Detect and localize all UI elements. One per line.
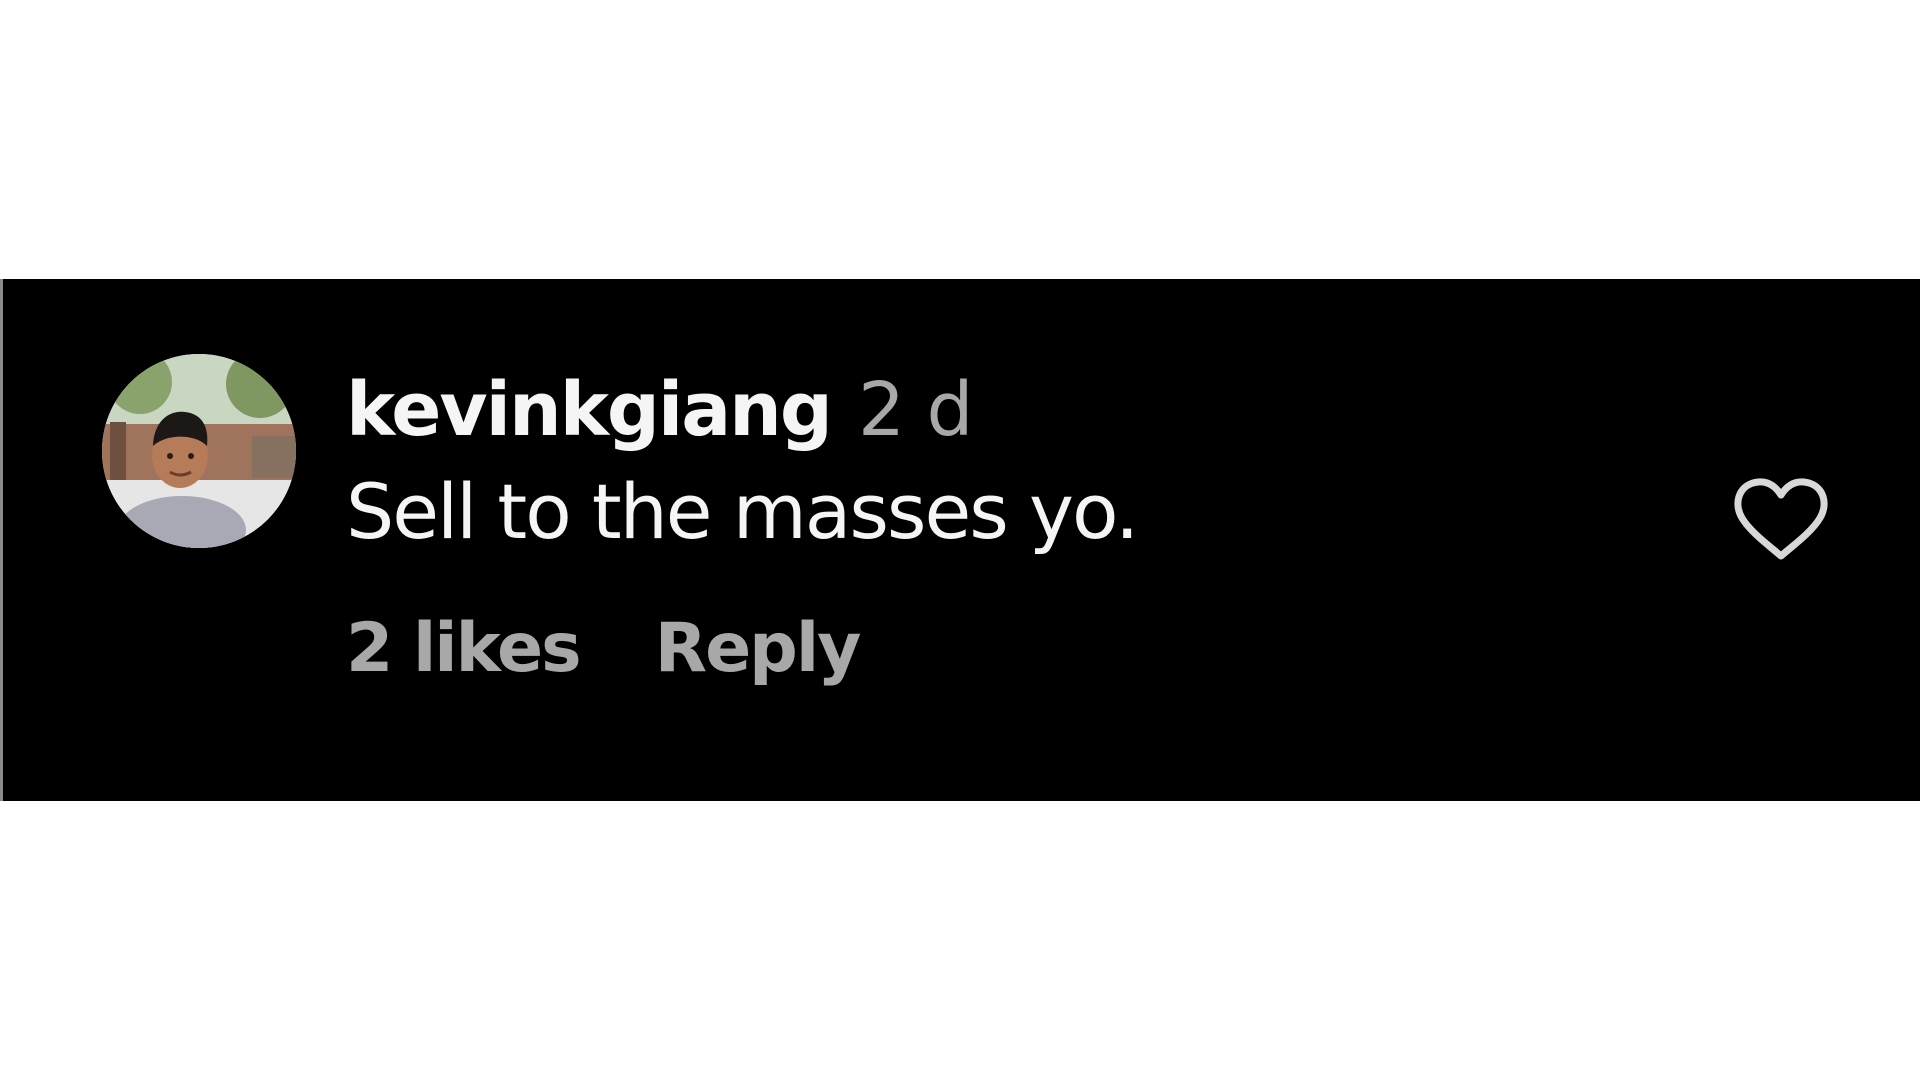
avatar[interactable]: [102, 354, 296, 548]
comment-timestamp: 2 d: [857, 367, 974, 453]
reply-button[interactable]: Reply: [655, 609, 862, 688]
comment-header: kevinkgiang 2 d: [346, 365, 1646, 455]
comment-actions: 2 likes Reply: [346, 609, 1646, 689]
comment-text: Sell to the masses yo.: [346, 467, 1139, 556]
comment-username[interactable]: kevinkgiang: [346, 367, 833, 453]
comment-card: kevinkgiang 2 d Sell to the masses yo. 2…: [0, 279, 1920, 801]
heart-outline-icon: [1734, 478, 1828, 560]
comment-body: kevinkgiang 2 d Sell to the masses yo. 2…: [346, 365, 1646, 689]
avatar-photo: [102, 354, 296, 548]
likes-count[interactable]: 2 likes: [346, 609, 582, 688]
like-button[interactable]: [1731, 474, 1831, 564]
